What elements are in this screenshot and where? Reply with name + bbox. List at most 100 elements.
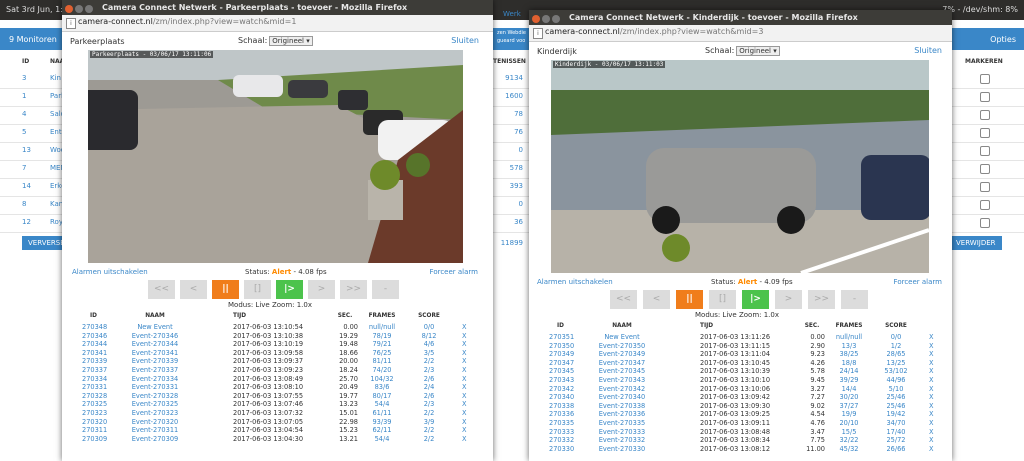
delete-event-icon[interactable]: X — [462, 349, 467, 357]
monitor-event-count[interactable]: 0 — [493, 146, 523, 154]
event-name-link[interactable]: Event-270311 — [120, 426, 190, 434]
event-name-link[interactable]: Event-270341 — [120, 349, 190, 357]
column-header[interactable]: SEC. — [332, 313, 358, 319]
play-button[interactable]: |> — [742, 290, 769, 309]
event-name-link[interactable]: Event-270328 — [120, 392, 190, 400]
delete-event-icon[interactable]: X — [929, 350, 934, 358]
column-header[interactable]: SCORE — [412, 313, 446, 319]
event-name-link[interactable]: Event-270342 — [587, 385, 657, 393]
event-frames-link[interactable]: 19/9 — [829, 410, 869, 418]
event-name-link[interactable]: Event-270347 — [587, 359, 657, 367]
event-id-link[interactable]: 270347 — [549, 359, 574, 367]
close-link[interactable]: Sluiten — [914, 46, 942, 55]
monitor-event-count[interactable]: 578 — [493, 164, 523, 172]
event-score-link[interactable]: 3/5 — [412, 349, 446, 357]
event-frames-link[interactable]: 32/22 — [829, 436, 869, 444]
delete-event-icon[interactable]: X — [462, 375, 467, 383]
event-id-link[interactable]: 270339 — [82, 357, 107, 365]
event-score-link[interactable]: 2/2 — [412, 426, 446, 434]
delete-event-icon[interactable]: X — [929, 436, 934, 444]
column-header[interactable]: TIJD — [233, 313, 246, 319]
close-window-icon[interactable] — [65, 5, 73, 13]
rewind-button[interactable]: << — [610, 290, 637, 309]
rewind-button[interactable]: << — [148, 280, 175, 299]
event-id-link[interactable]: 270335 — [549, 419, 574, 427]
monitor-name-link[interactable]: Kin — [50, 74, 61, 82]
event-id-link[interactable]: 270333 — [549, 428, 574, 436]
monitor-event-count[interactable]: 78 — [493, 110, 523, 118]
event-score-link[interactable]: 8/12 — [412, 332, 446, 340]
event-id-link[interactable]: 270343 — [549, 376, 574, 384]
delete-event-icon[interactable]: X — [462, 383, 467, 391]
mark-checkbox[interactable] — [980, 200, 990, 210]
event-name-link[interactable]: Event-270339 — [120, 357, 190, 365]
event-score-link[interactable]: 44/96 — [879, 376, 913, 384]
event-id-link[interactable]: 270350 — [549, 342, 574, 350]
monitor-event-count[interactable]: 393 — [493, 182, 523, 190]
event-score-link[interactable]: 13/25 — [879, 359, 913, 367]
event-name-link[interactable]: Event-270325 — [120, 400, 190, 408]
event-score-link[interactable]: 26/66 — [879, 445, 913, 453]
delete-event-icon[interactable]: X — [462, 340, 467, 348]
event-frames-link[interactable]: 79/21 — [362, 340, 402, 348]
monitor-id-link[interactable]: 8 — [22, 200, 26, 208]
event-score-link[interactable]: 25/72 — [879, 436, 913, 444]
event-score-link[interactable]: 25/46 — [879, 402, 913, 410]
background-header-link[interactable]: Werk — [503, 10, 521, 18]
delete-event-icon[interactable]: X — [462, 392, 467, 400]
event-score-link[interactable]: 2/2 — [412, 435, 446, 443]
event-name-link[interactable]: Event-270330 — [587, 445, 657, 453]
event-id-link[interactable]: 270336 — [549, 410, 574, 418]
event-score-link[interactable]: 2/2 — [412, 409, 446, 417]
event-score-link[interactable]: 34/70 — [879, 419, 913, 427]
minimize-window-icon[interactable] — [75, 5, 83, 13]
monitor-id-link[interactable]: 4 — [22, 110, 26, 118]
mark-checkbox[interactable] — [980, 182, 990, 192]
disable-alarms-link[interactable]: Alarmen uitschakelen — [537, 278, 613, 286]
force-alarm-link[interactable]: Forceer alarm — [430, 268, 478, 276]
column-header[interactable]: NAAM — [120, 313, 190, 319]
event-name-link[interactable]: Event-270345 — [587, 367, 657, 375]
event-score-link[interactable]: 0/0 — [879, 333, 913, 341]
event-id-link[interactable]: 270342 — [549, 385, 574, 393]
minimize-window-icon[interactable] — [542, 15, 550, 23]
mark-checkbox[interactable] — [980, 218, 990, 228]
event-frames-link[interactable]: 78/19 — [362, 332, 402, 340]
event-frames-link[interactable]: 81/11 — [362, 357, 402, 365]
event-frames-link[interactable]: 39/29 — [829, 376, 869, 384]
event-id-link[interactable]: 270349 — [549, 350, 574, 358]
scale-select[interactable]: Origineel ▾ — [736, 46, 780, 56]
delete-event-icon[interactable]: X — [462, 409, 467, 417]
event-id-link[interactable]: 270341 — [82, 349, 107, 357]
event-frames-link[interactable]: 104/32 — [362, 375, 402, 383]
mark-checkbox[interactable] — [980, 146, 990, 156]
column-header[interactable]: FRAMES — [362, 313, 402, 319]
event-name-link[interactable]: Event-270343 — [587, 376, 657, 384]
event-score-link[interactable]: 2/3 — [412, 400, 446, 408]
event-score-link[interactable]: 25/46 — [879, 393, 913, 401]
column-header[interactable]: TIJD — [700, 323, 713, 329]
event-frames-link[interactable]: 24/14 — [829, 367, 869, 375]
delete-event-icon[interactable]: X — [929, 342, 934, 350]
delete-event-icon[interactable]: X — [462, 366, 467, 374]
event-frames-link[interactable]: 20/10 — [829, 419, 869, 427]
delete-event-icon[interactable]: X — [462, 400, 467, 408]
monitor-event-count[interactable]: 9134 — [493, 74, 523, 82]
monitor-event-count[interactable]: 1600 — [493, 92, 523, 100]
delete-button[interactable]: VERWIJDER — [950, 236, 1002, 250]
page-info-icon[interactable]: i — [66, 18, 76, 29]
event-name-link[interactable]: Event-270309 — [120, 435, 190, 443]
event-name-link[interactable]: Event-270332 — [587, 436, 657, 444]
event-frames-link[interactable]: 80/17 — [362, 392, 402, 400]
url-text[interactable]: camera-connect.nl/zm/index.php?view=watc… — [545, 27, 763, 36]
delete-event-icon[interactable]: X — [462, 435, 467, 443]
event-frames-link[interactable]: 38/25 — [829, 350, 869, 358]
event-frames-link[interactable]: 14/4 — [829, 385, 869, 393]
delete-event-icon[interactable]: X — [929, 333, 934, 341]
event-name-link[interactable]: Event-270349 — [587, 350, 657, 358]
delete-event-icon[interactable]: X — [929, 367, 934, 375]
event-name-link[interactable]: New Event — [120, 323, 190, 331]
event-score-link[interactable]: 2/3 — [412, 366, 446, 374]
event-score-link[interactable]: 1/2 — [879, 342, 913, 350]
delete-event-icon[interactable]: X — [462, 357, 467, 365]
